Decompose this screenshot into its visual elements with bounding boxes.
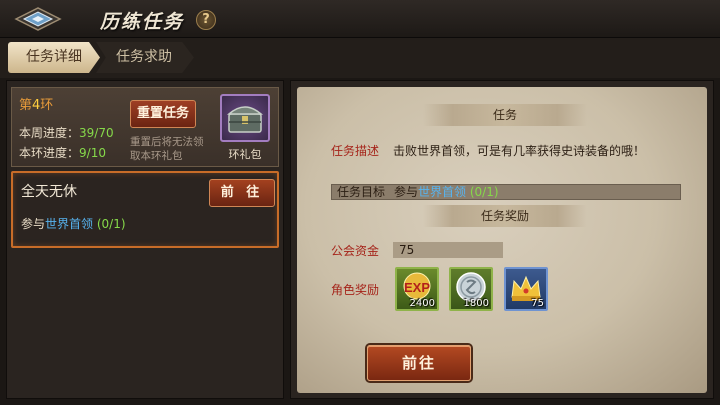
guild-funds-label: 公会资金 [331,244,380,258]
go-button[interactable]: 前往 [367,345,471,381]
reward-count: 2400 [409,298,435,309]
help-button[interactable]: ? [196,10,216,30]
guild-funds-value: 75 [393,242,503,258]
chest-graphic [227,106,263,133]
reset-task-button[interactable]: 重置任务 [130,100,196,128]
title-bar: 历练任务 ? [0,0,720,38]
tab-task-detail[interactable]: 任务详细 [8,42,100,73]
chest-icon[interactable] [220,94,270,142]
task-name: 全天无休 [21,184,77,200]
weekly-progress: 本周进度：39/70 [19,126,114,140]
task-goal-label: 任务目标 [337,185,386,199]
reset-note: 重置后将无法领取本环礼包 [130,136,204,162]
reward-banner: 任务奖励 [423,205,587,227]
winged-emblem-icon [14,7,62,31]
ring-progress-card: 第4环 本周进度：39/70 本环进度：9/10 重置任务 重置后将无法领取本环… [11,87,279,167]
task-detail-panel: 任务 任务描述 击败世界首领，可是有几率获得史诗装备的哦！ 任务目标 参与世界首… [290,80,714,399]
svg-text:EXP: EXP [404,280,430,295]
go-button-small[interactable]: 前 往 [209,179,275,207]
reward-count: 1800 [463,298,489,309]
task-desc-text: 击败世界首领，可是有几率获得史诗装备的哦！ [393,144,646,158]
page-title: 历练任务 [100,11,185,33]
task-list-panel: 第4环 本周进度：39/70 本环进度：9/10 重置任务 重置后将无法领取本环… [6,80,284,399]
task-goal-row: 任务目标 参与世界首领 (0/1) [331,184,681,200]
gift-label: 环礼包 [228,148,262,161]
ring-progress: 本环进度：9/10 [19,146,106,160]
task-desc-label: 任务描述 [331,144,380,158]
tab-bar: 任务详细 任务求助 [0,38,720,78]
exp-icon[interactable]: EXP 2400 [395,267,439,311]
parchment-background: 任务 任务描述 击败世界首领，可是有几率获得史诗装备的哦！ 任务目标 参与世界首… [297,87,707,393]
crown-icon[interactable]: 75 [504,267,548,311]
tab-task-help[interactable]: 任务求助 [96,42,194,73]
silver-coin-icon[interactable]: 1800 [449,267,493,311]
reward-count: 75 [531,298,544,309]
task-list-item[interactable]: 全天无休 前 往 参与世界首领 (0/1) [11,171,279,248]
task-banner: 任务 [423,104,587,126]
ring-title: 第4环 [19,98,54,113]
task-goal-value: 参与世界首领 (0/1) [394,185,499,199]
role-reward-label: 角色奖励 [331,283,380,297]
task-goal: 参与世界首领 (0/1) [21,217,126,231]
